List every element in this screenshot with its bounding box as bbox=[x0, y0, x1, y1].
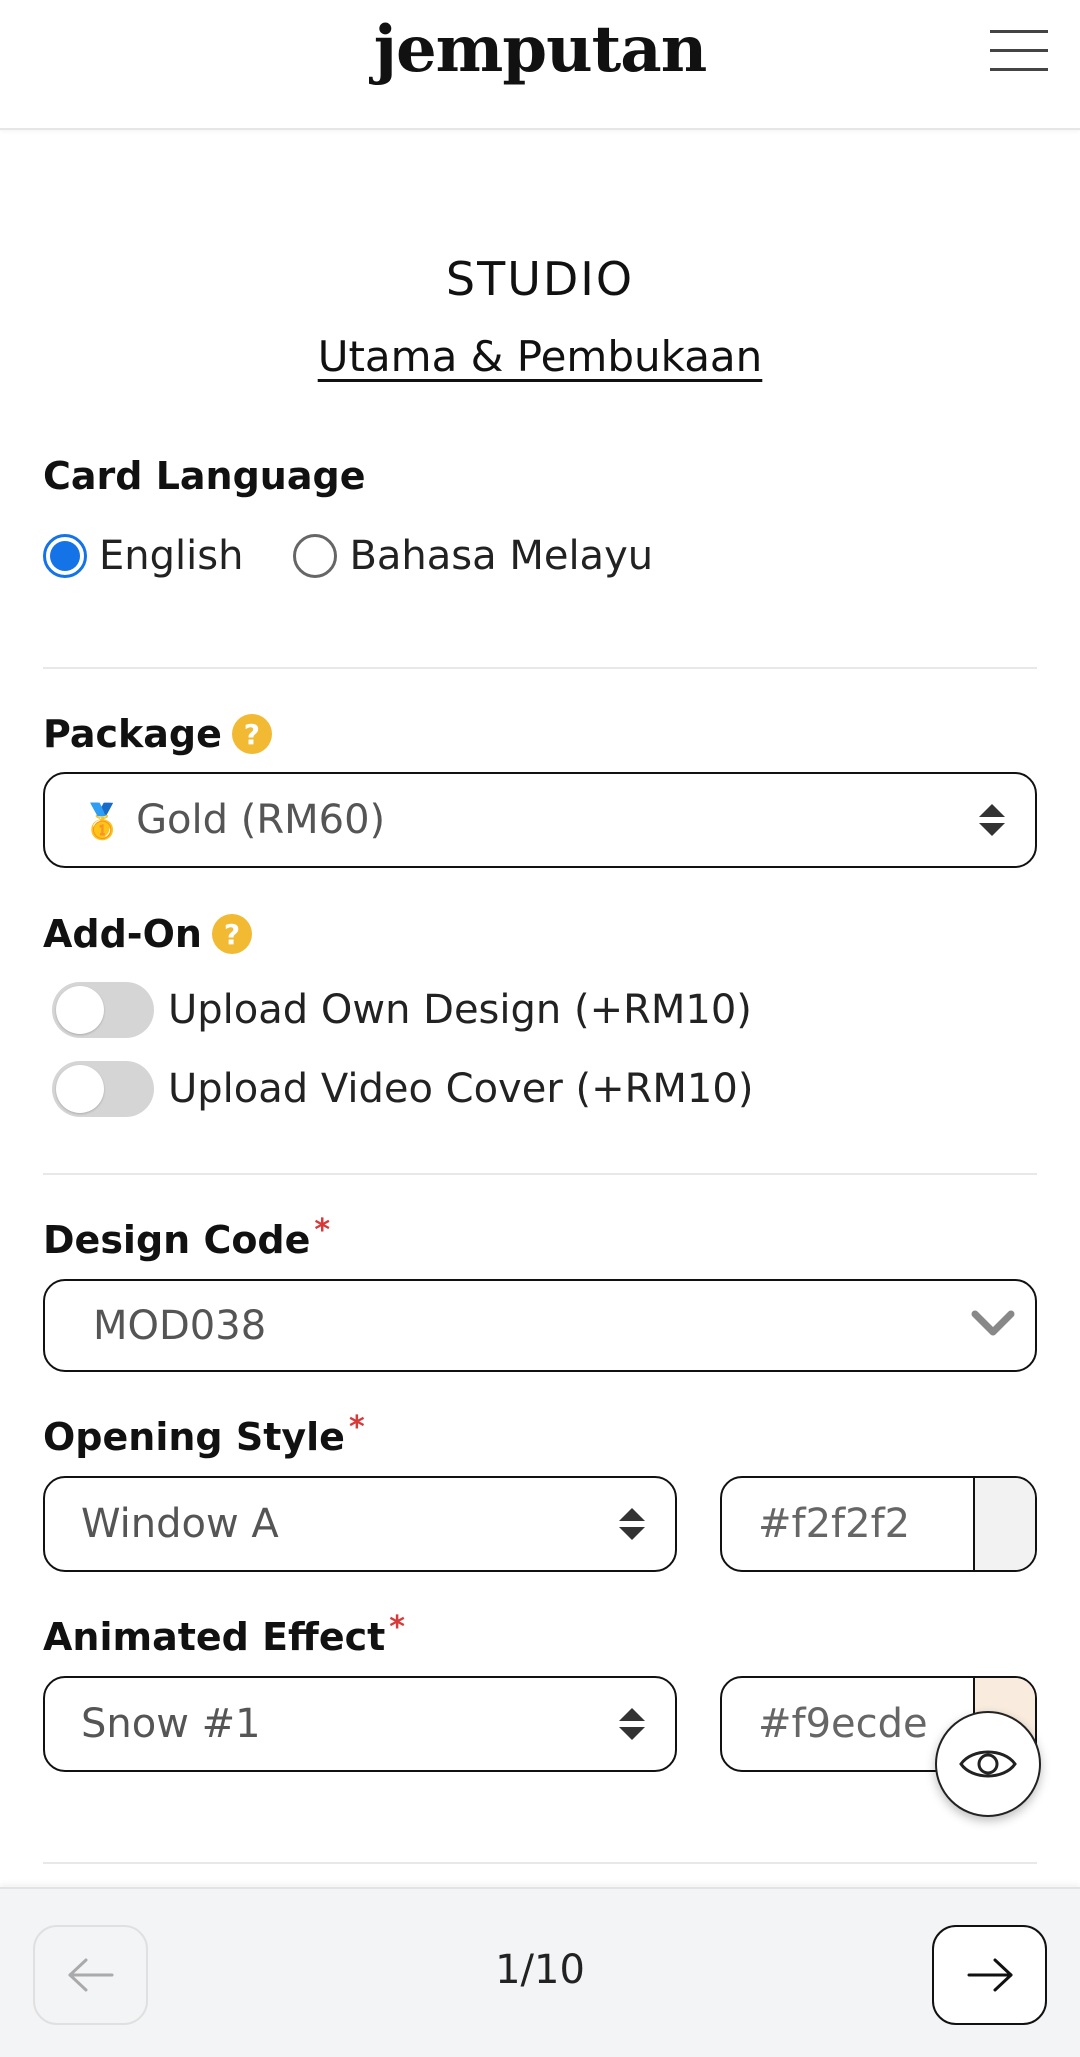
upload-video-label: Upload Video Cover (+RM10) bbox=[168, 1066, 754, 1112]
opening-style-select[interactable]: Window A bbox=[43, 1476, 677, 1572]
preview-button[interactable] bbox=[935, 1711, 1041, 1817]
divider bbox=[43, 1862, 1037, 1864]
package-select[interactable]: 🥇 Gold (RM60) bbox=[43, 772, 1037, 868]
select-arrows-icon bbox=[619, 1508, 645, 1540]
package-label: Package ? bbox=[43, 712, 272, 756]
gold-medal-icon: 🥇 bbox=[81, 802, 124, 842]
addon-item-upload-video: Upload Video Cover (+RM10) bbox=[52, 1061, 753, 1117]
upload-video-toggle[interactable] bbox=[52, 1061, 154, 1117]
package-value: Gold (RM60) bbox=[136, 797, 386, 843]
radio-english-label: English bbox=[99, 533, 244, 579]
next-button[interactable] bbox=[932, 1925, 1047, 2025]
site-logo[interactable]: jemputan bbox=[0, 12, 1080, 87]
eye-icon bbox=[959, 1750, 1017, 1778]
upload-design-label: Upload Own Design (+RM10) bbox=[168, 987, 752, 1033]
radio-option-bahasa-melayu[interactable]: Bahasa Melayu bbox=[293, 533, 653, 579]
select-arrows-icon bbox=[619, 1708, 645, 1740]
package-help-icon[interactable]: ? bbox=[231, 714, 272, 754]
page-title: STUDIO bbox=[445, 252, 635, 306]
required-asterisk: * bbox=[389, 1609, 405, 1645]
chevron-down-icon bbox=[971, 1310, 1015, 1335]
opening-style-value: Window A bbox=[81, 1501, 279, 1547]
animated-effect-label: Animated Effect * bbox=[43, 1609, 405, 1660]
opening-color-value: #f2f2f2 bbox=[758, 1501, 911, 1547]
addon-label: Add-On ? bbox=[43, 912, 252, 956]
card-language-label: Card Language bbox=[43, 454, 366, 498]
required-asterisk: * bbox=[348, 1409, 365, 1445]
addon-help-icon[interactable]: ? bbox=[211, 914, 252, 954]
section-subtitle: Utama & Pembukaan bbox=[317, 332, 763, 381]
radio-bahasa-melayu-label: Bahasa Melayu bbox=[349, 533, 654, 579]
radio-option-english[interactable]: English bbox=[43, 533, 243, 579]
addon-item-upload-design: Upload Own Design (+RM10) bbox=[52, 982, 752, 1038]
required-asterisk: * bbox=[314, 1212, 331, 1248]
divider bbox=[43, 667, 1037, 669]
radio-english[interactable] bbox=[43, 534, 87, 578]
divider bbox=[43, 1173, 1037, 1175]
animated-effect-select[interactable]: Snow #1 bbox=[43, 1676, 677, 1772]
bottom-nav-bar: 1/10 bbox=[0, 1887, 1080, 2057]
design-code-value: MOD038 bbox=[93, 1302, 267, 1349]
opening-color-swatch[interactable] bbox=[973, 1478, 1035, 1570]
card-language-radio-group: English Bahasa Melayu bbox=[43, 533, 703, 579]
opening-style-label: Opening Style * bbox=[43, 1409, 365, 1460]
design-code-select[interactable]: MOD038 bbox=[43, 1279, 1037, 1372]
hamburger-menu-icon[interactable] bbox=[990, 30, 1048, 78]
upload-design-toggle[interactable] bbox=[52, 982, 154, 1038]
opening-color-field[interactable]: #f2f2f2 bbox=[720, 1476, 1037, 1572]
effect-color-value: #f9ecde bbox=[758, 1701, 928, 1747]
animated-effect-value: Snow #1 bbox=[81, 1701, 261, 1747]
select-arrows-icon bbox=[979, 804, 1005, 836]
arrow-right-icon bbox=[967, 1958, 1012, 1992]
top-header: jemputan bbox=[0, 0, 1080, 130]
design-code-label: Design Code * bbox=[43, 1212, 331, 1263]
radio-bahasa-melayu[interactable] bbox=[293, 534, 338, 578]
page-indicator: 1/10 bbox=[495, 1947, 585, 1993]
